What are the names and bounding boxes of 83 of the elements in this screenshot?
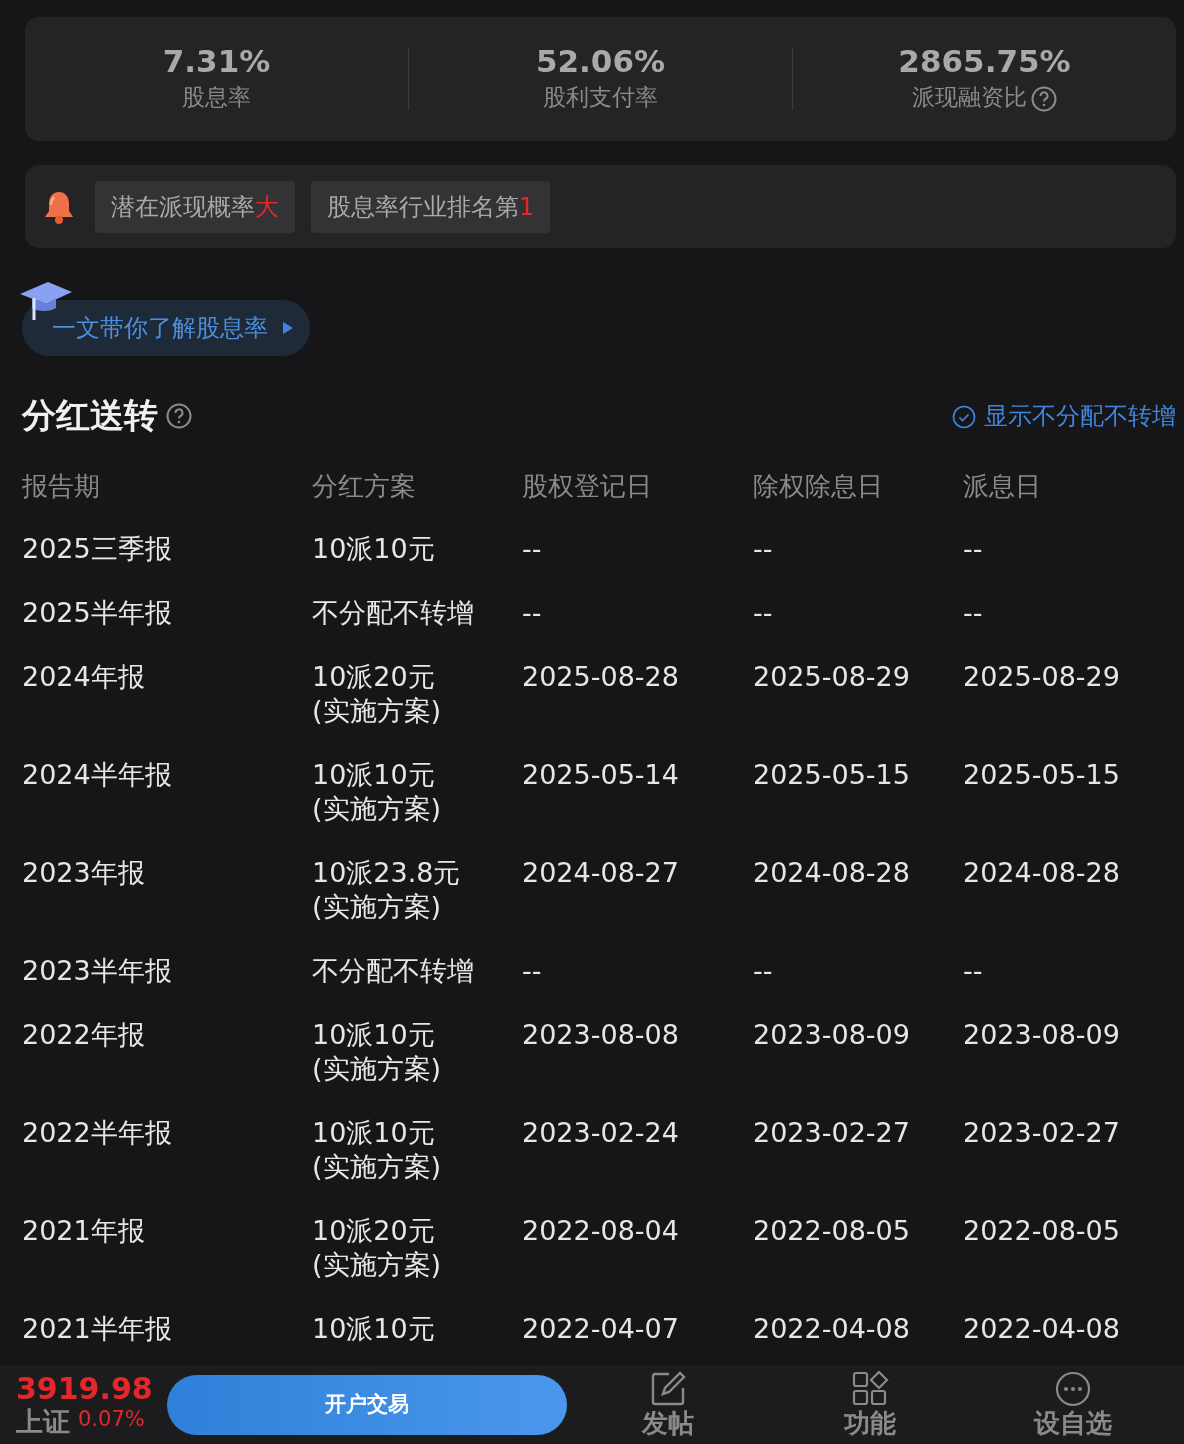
table-cell-text: (实施方案) xyxy=(312,1052,443,1086)
table-cell-text: 2023-02-24 xyxy=(522,1116,680,1150)
table-cell-text: 10派10元 xyxy=(312,1312,436,1346)
table-cell-text: -- xyxy=(753,532,774,566)
table-cell-text: -- xyxy=(963,596,984,630)
table-cell-text: 2022半年报 xyxy=(22,1116,173,1150)
grid-icon xyxy=(851,1369,890,1408)
table-cell-text: 10派23.8元 xyxy=(312,856,462,890)
table-cell-text: (实施方案) xyxy=(312,1248,443,1282)
table-cell-text: -- xyxy=(522,596,543,630)
table-cell-text: 不分配不转增 xyxy=(312,596,475,630)
column-header: 股权登记日 xyxy=(522,470,653,503)
table-cell-text: 2021年报 xyxy=(22,1214,146,1248)
column-header: 分红方案 xyxy=(312,470,417,503)
column-header: 派息日 xyxy=(963,470,1042,503)
table-cell-text: -- xyxy=(963,532,984,566)
table-cell-text: 2023-02-27 xyxy=(753,1116,911,1150)
table-cell-text: 10派10元 xyxy=(312,1116,436,1150)
table-cell-text: 2025半年报 xyxy=(22,596,173,630)
table-cell-text: 不分配不转增 xyxy=(312,954,475,988)
table-cell-text: 2022-04-07 xyxy=(522,1312,680,1346)
table-cell-text: 10派20元 xyxy=(312,1214,436,1248)
table-cell-text: 2023年报 xyxy=(22,856,146,890)
table-cell-text: -- xyxy=(753,596,774,630)
table-cell-text: 2025-05-15 xyxy=(963,758,1121,792)
table-cell-text: 2024-08-28 xyxy=(963,856,1121,890)
play-icon xyxy=(282,321,294,335)
more-icon xyxy=(1053,1369,1092,1408)
table-cell-text: 2023-08-09 xyxy=(963,1018,1121,1052)
table-cell-text: 2022-08-05 xyxy=(753,1214,911,1248)
table-cell-text: 10派10元 xyxy=(312,1018,436,1052)
table-cell-text: 2024-08-27 xyxy=(522,856,680,890)
table-cell-text: 2021半年报 xyxy=(22,1312,173,1346)
table-cell-text: 2023半年报 xyxy=(22,954,173,988)
table-cell-text: 2025-08-28 xyxy=(522,660,680,694)
info-tag: 股息率行业排名第1 xyxy=(311,180,551,233)
table-cell-text: (实施方案) xyxy=(312,694,443,728)
toolbar-action[interactable]: 发帖 xyxy=(566,1369,770,1440)
index-value: 3919.98 xyxy=(16,1373,153,1404)
table-cell-text: 2024半年报 xyxy=(22,758,173,792)
filter-toggle[interactable]: 显示不分配不转增 xyxy=(952,397,1176,434)
table-cell-text: 2022-08-05 xyxy=(963,1214,1121,1248)
metric-value: 2865.75% xyxy=(897,43,1072,81)
trade-button[interactable]: 开户交易 xyxy=(166,1374,567,1435)
table-cell-text: 2022-04-08 xyxy=(753,1312,911,1346)
table-cell-text: -- xyxy=(522,954,543,988)
table-cell-text: 10派10元 xyxy=(312,532,436,566)
table-cell-text: 2024-08-28 xyxy=(753,856,911,890)
section-title: 分红送转 xyxy=(22,394,158,437)
table-cell-text: 2024年报 xyxy=(22,660,146,694)
metric-value: 7.31% xyxy=(161,43,272,81)
guide-link[interactable]: 一文带你了解股息率 xyxy=(22,300,310,356)
table-cell-text: -- xyxy=(522,532,543,566)
table-cell-text: 10派20元 xyxy=(312,660,436,694)
column-header: 报告期 xyxy=(22,470,101,503)
help-icon[interactable] xyxy=(166,402,192,429)
table-cell-text: -- xyxy=(963,954,984,988)
table-cell-text: 2025-08-29 xyxy=(753,660,911,694)
metric-label: 派现融资比 xyxy=(912,83,1027,113)
metric-label: 股息率 xyxy=(182,83,251,113)
metric-label: 股利支付率 xyxy=(543,83,658,113)
table-cell-text: 2025-05-15 xyxy=(753,758,911,792)
toolbar-action[interactable]: 功能 xyxy=(769,1369,972,1440)
table-cell-text: 10派10元 xyxy=(312,758,436,792)
table-cell-text: -- xyxy=(753,954,774,988)
metric-value: 52.06% xyxy=(534,43,667,81)
table-cell-text: 2025-05-14 xyxy=(522,758,680,792)
table-cell-text: (实施方案) xyxy=(312,792,443,826)
table-cell-text: 2025三季报 xyxy=(22,532,173,566)
table-cell-text: (实施方案) xyxy=(312,1150,443,1184)
table-cell-text: (实施方案) xyxy=(312,890,443,924)
table-cell-text: 2023-02-27 xyxy=(963,1116,1121,1150)
column-header: 除权除息日 xyxy=(753,470,884,503)
table-cell-text: 2022-04-08 xyxy=(963,1312,1121,1346)
index-name: 上证 xyxy=(16,1408,70,1436)
table-cell-text: 2022-08-04 xyxy=(522,1214,680,1248)
toolbar-action[interactable]: 设自选 xyxy=(971,1369,1174,1440)
table-cell-text: 2023-08-08 xyxy=(522,1018,680,1052)
info-tag: 潜在派现概率大 xyxy=(95,180,295,233)
table-cell-text: 2023-08-09 xyxy=(753,1018,911,1052)
table-cell-text: 2025-08-29 xyxy=(963,660,1121,694)
index-change: 0.07% xyxy=(78,1405,145,1433)
table-cell-text: 2022年报 xyxy=(22,1018,146,1052)
